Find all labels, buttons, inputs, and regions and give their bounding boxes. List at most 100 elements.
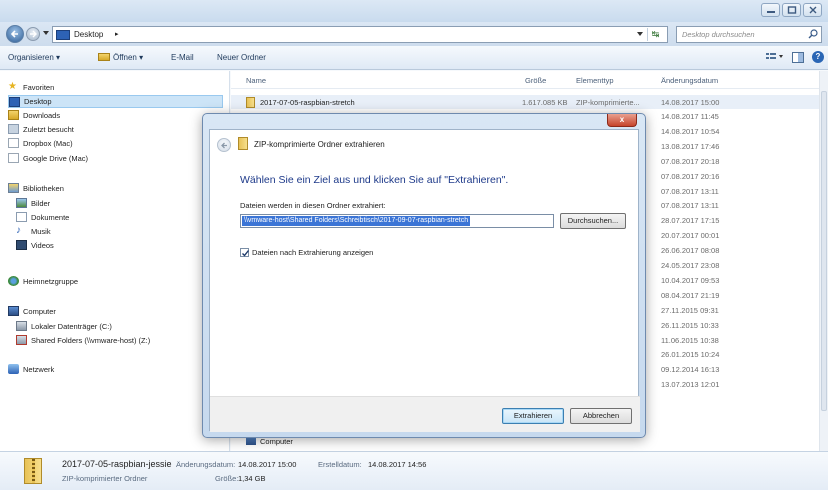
file-date: 26.11.2015 10:33 <box>661 320 719 330</box>
file-date: 24.05.2017 23:08 <box>661 261 720 270</box>
file-row[interactable]: 2017-07-05-raspbian-stretch 1.617.085 KB… <box>231 95 819 109</box>
refresh-button[interactable]: ↹ <box>647 28 663 41</box>
desktop-icon <box>9 96 20 107</box>
nav-item-music[interactable]: ♪ Musik <box>16 226 51 236</box>
window-titlebar <box>0 0 828 22</box>
column-type[interactable]: Elementtyp <box>576 76 614 85</box>
dialog-back-button[interactable] <box>217 138 231 152</box>
zip-folder-icon <box>246 97 255 108</box>
close-button[interactable] <box>803 3 822 17</box>
extract-button[interactable]: Extrahieren <box>502 408 564 424</box>
help-icon[interactable]: ? <box>812 51 824 63</box>
nav-item-desktop[interactable]: Desktop <box>8 95 223 108</box>
file-name: 2017-07-05-raspbian-stretch <box>260 98 355 107</box>
file-date: 28.07.2017 17:15 <box>661 216 720 226</box>
address-row: Desktop ▸ ↹ Desktop durchsuchen <box>0 22 828 46</box>
arrow-left-icon <box>10 30 18 38</box>
scrollbar-thumb[interactable] <box>821 91 827 411</box>
dialog-body: ZIP-komprimierte Ordner extrahieren Wähl… <box>209 129 640 432</box>
file-size: 1.617.085 KB <box>522 98 568 107</box>
column-size[interactable]: Größe <box>525 76 546 85</box>
close-icon <box>809 6 817 14</box>
file-date: 26.01.2015 10:24 <box>661 350 720 360</box>
destination-label: Dateien werden in diesen Ordner extrahie… <box>240 201 386 210</box>
file-date: 07.08.2017 20:18 <box>661 156 720 166</box>
preview-pane-icon[interactable] <box>792 51 804 63</box>
new-folder-button[interactable]: Neuer Ordner <box>217 53 266 62</box>
address-bar[interactable]: Desktop ▸ ↹ <box>52 26 668 43</box>
arrow-right-icon <box>30 30 37 38</box>
email-button[interactable]: E-Mail <box>171 53 194 62</box>
nav-item-homegroup[interactable]: Heimnetzgruppe <box>8 276 78 286</box>
destination-input[interactable]: \\vmware-host\Shared Folders\Schreibtisc… <box>240 214 554 228</box>
nav-item-dropbox[interactable]: Dropbox (Mac) <box>8 138 73 148</box>
file-date: 07.08.2017 13:11 <box>661 186 719 196</box>
hard-drive-icon <box>16 321 27 331</box>
details-modified: 14.08.2017 15:00 <box>238 460 297 469</box>
show-files-label[interactable]: Dateien nach Extrahierung anzeigen <box>252 248 373 257</box>
details-size-label: Größe: <box>215 474 239 483</box>
file-date: 26.06.2017 08:08 <box>661 246 720 256</box>
nav-item-shared-folders[interactable]: Shared Folders (\\vmware-host) (Z:) <box>16 335 150 345</box>
back-button[interactable] <box>6 25 24 43</box>
pictures-icon <box>16 198 27 208</box>
forward-button[interactable] <box>26 27 40 41</box>
details-created-label: Erstelldatum: <box>318 460 362 469</box>
favorites-header[interactable]: ★ Favoriten <box>8 82 54 92</box>
file-date: 09.12.2014 16:13 <box>661 365 720 375</box>
nav-item-network[interactable]: Netzwerk <box>8 364 54 374</box>
nav-item-pictures[interactable]: Bilder <box>16 198 50 208</box>
details-filename: 2017-07-05-raspbian-jessie <box>62 459 172 469</box>
column-name[interactable]: Name <box>246 76 266 85</box>
browse-button[interactable]: Durchsuchen... <box>560 213 626 229</box>
view-options-icon[interactable] <box>766 52 784 62</box>
history-dropdown-icon[interactable] <box>43 31 49 35</box>
open-icon <box>98 53 110 61</box>
address-dropdown-icon[interactable] <box>637 32 643 36</box>
document-icon <box>8 153 19 163</box>
dialog-title: ZIP-komprimierte Ordner extrahieren <box>254 140 385 149</box>
file-date: 14.08.2017 15:00 <box>661 98 720 107</box>
minimize-button[interactable] <box>761 3 780 17</box>
arrow-left-icon <box>221 142 227 149</box>
window-controls <box>761 3 822 17</box>
view-controls: ? <box>766 51 824 63</box>
dialog-close-button[interactable]: x <box>607 114 637 127</box>
column-headers: Name Größe Elementtyp Änderungsdatum <box>231 71 819 89</box>
libraries-header[interactable]: Bibliotheken <box>8 183 64 193</box>
navigation-pane: ★ Favoriten Desktop Downloads Zuletzt be… <box>0 71 230 451</box>
search-placeholder: Desktop durchsuchen <box>682 30 755 39</box>
file-date: 14.08.2017 10:54 <box>661 126 720 136</box>
minimize-icon <box>767 11 775 13</box>
computer-icon <box>8 306 19 316</box>
file-date: 11.06.2015 10:38 <box>661 335 719 345</box>
cancel-button[interactable]: Abbrechen <box>570 408 632 424</box>
document-icon <box>8 138 19 148</box>
nav-item-downloads[interactable]: Downloads <box>8 110 60 120</box>
open-menu[interactable]: Öffnen ▾ <box>98 53 143 62</box>
show-files-checkbox[interactable] <box>240 248 250 257</box>
breadcrumb-arrow[interactable]: ▸ <box>115 30 119 38</box>
file-date: 08.04.2017 21:19 <box>661 290 720 300</box>
network-icon <box>8 364 19 374</box>
destination-value[interactable]: \\vmware-host\Shared Folders\Schreibtisc… <box>242 216 471 226</box>
search-box[interactable]: Desktop durchsuchen <box>676 26 822 43</box>
file-date: 07.08.2017 13:11 <box>661 201 719 211</box>
file-date: 27.11.2015 09:31 <box>661 305 719 315</box>
details-created: 14.08.2017 14:56 <box>368 460 427 469</box>
file-name: Computer <box>260 437 293 446</box>
vertical-scrollbar[interactable] <box>819 71 828 451</box>
nav-item-google-drive[interactable]: Google Drive (Mac) <box>8 153 88 163</box>
organize-menu[interactable]: Organisieren ▾ <box>8 53 60 62</box>
documents-icon <box>16 212 27 222</box>
column-date[interactable]: Änderungsdatum <box>661 76 718 85</box>
nav-item-local-disk[interactable]: Lokaler Datenträger (C:) <box>16 321 112 331</box>
nav-item-recent[interactable]: Zuletzt besucht <box>8 124 74 134</box>
nav-item-videos[interactable]: Videos <box>16 240 54 250</box>
computer-header[interactable]: Computer <box>8 306 56 316</box>
maximize-button[interactable] <box>782 3 801 17</box>
network-drive-icon <box>16 335 27 345</box>
details-modified-label: Änderungsdatum: <box>176 460 236 469</box>
address-location[interactable]: Desktop <box>74 30 103 39</box>
nav-item-documents[interactable]: Dokumente <box>16 212 69 222</box>
